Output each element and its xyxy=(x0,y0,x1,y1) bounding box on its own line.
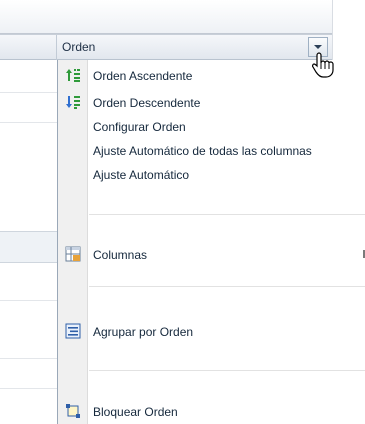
sort-ascending-icon xyxy=(66,69,80,82)
menu-item-autofit[interactable]: Ajuste Automático xyxy=(58,166,365,184)
menu-item-autofit-all[interactable]: Ajuste Automático de todas las columnas xyxy=(58,142,365,160)
menu-item-configure-sort[interactable]: Configurar Orden xyxy=(58,118,365,136)
hand-cursor-icon xyxy=(312,52,334,78)
menu-item-label: Configurar Orden xyxy=(93,120,186,134)
grid-row-line xyxy=(0,92,57,93)
menu-item-label: Agrupar por Orden xyxy=(93,325,194,339)
menu-item-freeze[interactable]: Bloquear Orden xyxy=(58,403,365,421)
toolbar-area xyxy=(0,0,332,34)
column-divider[interactable] xyxy=(56,35,57,60)
freeze-icon xyxy=(66,404,80,418)
grid-row-line xyxy=(0,122,57,123)
menu-separator xyxy=(89,214,365,215)
menu-item-columns[interactable]: Columnas xyxy=(58,246,365,264)
column-context-menu: Orden Ascendente Orden Descendente Confi… xyxy=(57,60,365,424)
menu-item-label: Ajuste Automático de todas las columnas xyxy=(93,144,312,158)
column-header-label: Orden xyxy=(62,40,96,54)
sort-descending-icon xyxy=(66,96,80,109)
menu-item-group-by[interactable]: Agrupar por Orden xyxy=(58,323,365,341)
columns-icon xyxy=(65,246,81,262)
grid-row-line xyxy=(0,300,57,301)
grid-row-line xyxy=(0,388,57,389)
grid-row-line xyxy=(0,358,57,359)
grid-row[interactable] xyxy=(0,231,57,263)
menu-item-sort-descending[interactable]: Orden Descendente xyxy=(58,94,365,112)
menu-separator xyxy=(89,370,365,371)
column-header-orden[interactable]: Orden xyxy=(0,34,332,60)
menu-item-label: Bloquear Orden xyxy=(93,405,178,419)
group-icon xyxy=(65,323,81,339)
menu-item-label: Ajuste Automático xyxy=(93,168,190,182)
menu-separator xyxy=(89,286,365,287)
menu-icon-gutter xyxy=(58,60,88,424)
menu-item-label: Orden Ascendente xyxy=(93,69,193,83)
chevron-down-icon xyxy=(314,45,322,49)
menu-item-label: Columnas xyxy=(93,248,148,262)
menu-item-label: Orden Descendente xyxy=(93,96,201,110)
